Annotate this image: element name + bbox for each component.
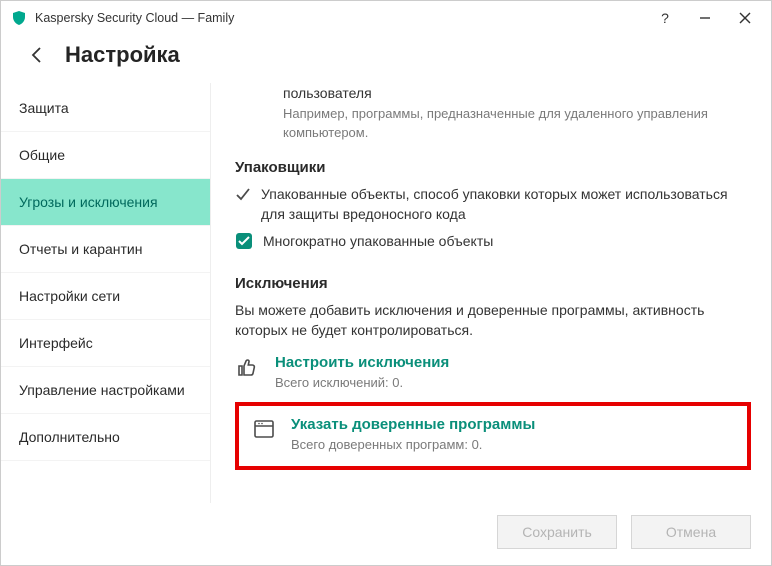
titlebar: Kaspersky Security Cloud — Family ? <box>1 1 771 35</box>
section-packers-title: Упаковщики <box>235 159 751 176</box>
main: Защита Общие Угрозы и исключения Отчеты … <box>1 83 771 503</box>
exclusions-description: Вы можете добавить исключения и доверенн… <box>235 300 751 341</box>
sidebar-item-manage-settings[interactable]: Управление настройками <box>1 367 210 414</box>
save-button[interactable]: Сохранить <box>497 515 617 549</box>
sidebar-item-additional[interactable]: Дополнительно <box>1 414 210 461</box>
sidebar-item-threats-exclusions[interactable]: Угрозы и исключения <box>1 179 210 226</box>
packers-row-1-label: Упакованные объекты, способ упаковки кот… <box>261 184 751 225</box>
page-title: Настройка <box>65 42 180 68</box>
packers-row-1[interactable]: Упакованные объекты, способ упаковки кот… <box>235 184 751 225</box>
sidebar-item-interface[interactable]: Интерфейс <box>1 320 210 367</box>
checkbox-checked-icon <box>235 232 253 255</box>
sidebar-item-protection[interactable]: Защита <box>1 85 210 132</box>
trusted-programs-row: Указать доверенные программы Всего довер… <box>251 416 735 452</box>
application-window-icon <box>251 416 277 442</box>
packers-row-2[interactable]: Многократно упакованные объекты <box>235 231 751 255</box>
packers-row-2-label: Многократно упакованные объекты <box>263 231 751 251</box>
section-exclusions-title: Исключения <box>235 275 751 292</box>
header: Настройка <box>1 35 771 83</box>
check-icon <box>235 187 251 208</box>
footer: Сохранить Отмена <box>1 503 771 565</box>
minimize-button[interactable] <box>685 4 725 32</box>
cancel-button[interactable]: Отмена <box>631 515 751 549</box>
configure-exclusions-count: Всего исключений: 0. <box>275 375 751 390</box>
sidebar-item-network[interactable]: Настройки сети <box>1 273 210 320</box>
configure-exclusions-row: Настроить исключения Всего исключений: 0… <box>235 354 751 390</box>
close-button[interactable] <box>725 4 765 32</box>
kaspersky-logo-icon <box>11 10 27 26</box>
help-button[interactable]: ? <box>645 4 685 32</box>
trusted-programs-highlight: Указать доверенные программы Всего довер… <box>235 402 751 470</box>
prev-section-tail: пользователя <box>283 83 751 103</box>
sidebar-item-reports-quarantine[interactable]: Отчеты и карантин <box>1 226 210 273</box>
window-title: Kaspersky Security Cloud — Family <box>35 11 234 25</box>
trusted-programs-count: Всего доверенных программ: 0. <box>291 437 735 452</box>
sidebar: Защита Общие Угрозы и исключения Отчеты … <box>1 83 211 503</box>
thumbs-up-icon <box>235 354 261 380</box>
back-button[interactable] <box>23 41 51 69</box>
configure-exclusions-link[interactable]: Настроить исключения <box>275 354 751 371</box>
trusted-programs-link[interactable]: Указать доверенные программы <box>291 416 735 433</box>
prev-section-desc: Например, программы, предназначенные для… <box>283 105 751 143</box>
content-pane: пользователя Например, программы, предна… <box>211 83 771 503</box>
sidebar-item-general[interactable]: Общие <box>1 132 210 179</box>
